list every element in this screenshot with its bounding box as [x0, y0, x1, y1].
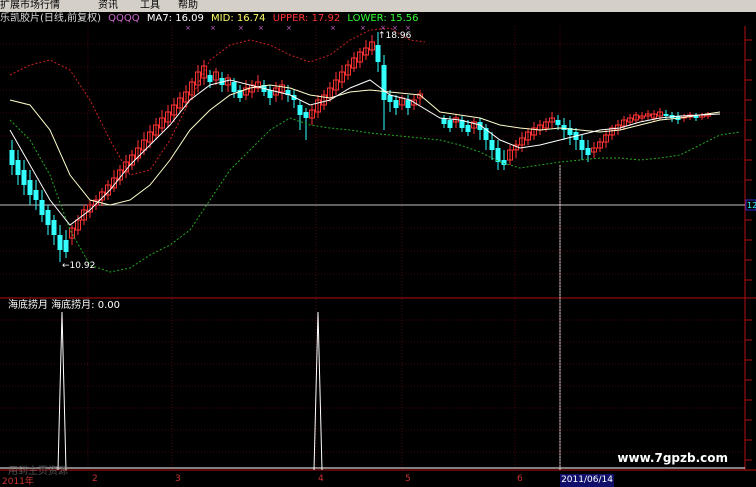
- candle-body: [489, 140, 495, 150]
- candle-body: [405, 100, 411, 108]
- marker-x: ×: [392, 24, 398, 32]
- indicator-spike: [313, 311, 323, 471]
- candle-body: [465, 125, 471, 132]
- x-axis-label-jun: 6: [517, 474, 523, 484]
- watermark: www.7gpzb.com: [617, 451, 728, 465]
- indicator-spike: [57, 311, 67, 471]
- marker-x: ×: [330, 24, 336, 32]
- candle-body: [393, 100, 399, 108]
- marker-x: ×: [210, 24, 216, 32]
- x-axis-label-apr: 4: [318, 474, 324, 484]
- candle-body: [585, 148, 591, 155]
- x-axis-label-mar: 3: [175, 474, 181, 484]
- x-axis-label-jan: 2011年: [2, 477, 34, 487]
- cursor-date: 2011/06/14: [560, 474, 614, 487]
- candle-body: [381, 65, 387, 100]
- marker-x: ×: [405, 24, 411, 32]
- candle-body: [45, 210, 51, 225]
- candle-body: [579, 140, 585, 150]
- candle-body: [9, 150, 15, 165]
- candle-body: [447, 120, 453, 128]
- candle-body: [267, 90, 273, 98]
- x-axis-label-may: 5: [405, 474, 411, 484]
- low-price-label: ←10.92: [62, 261, 95, 271]
- indicator-value: 海底捞月: 0.00: [51, 300, 121, 311]
- indicator-header: 海底捞月 海底捞月: 0.00: [8, 300, 120, 312]
- candle-body: [297, 105, 303, 115]
- marker-x: ×: [185, 24, 191, 32]
- marker-x: ×: [360, 24, 366, 32]
- candle-body: [555, 120, 561, 125]
- candle-body: [561, 125, 567, 130]
- candle-body: [387, 95, 393, 102]
- candle-body: [15, 160, 21, 175]
- candle-body: [51, 220, 57, 235]
- marker-x: ×: [258, 24, 264, 32]
- candle-body: [21, 170, 27, 185]
- lower-band: [9, 117, 741, 273]
- candle-body: [63, 240, 69, 252]
- candle-body: [303, 112, 309, 118]
- marker-x: ×: [286, 24, 292, 32]
- marker-x: ×: [238, 24, 244, 32]
- candle-body: [207, 75, 213, 82]
- candle-body: [663, 114, 669, 116]
- indicator-title: 海底捞月: [8, 300, 48, 311]
- candle-body: [39, 200, 45, 215]
- candle-body: [33, 190, 39, 200]
- candle-body: [57, 235, 63, 250]
- marker-x: ×: [380, 24, 386, 32]
- upper-band: [9, 27, 426, 176]
- candle-body: [375, 45, 381, 62]
- candlestick-chart[interactable]: ↑18.96 ←10.92 12 × × × × × × × × × ×: [0, 0, 756, 487]
- candle-body: [231, 82, 237, 92]
- x-axis-label-feb: 2: [92, 474, 98, 484]
- candle-body: [501, 160, 507, 165]
- candle-body: [27, 180, 33, 195]
- high-price-label: ↑18.96: [378, 31, 412, 41]
- right-edge-label: 12: [747, 201, 756, 210]
